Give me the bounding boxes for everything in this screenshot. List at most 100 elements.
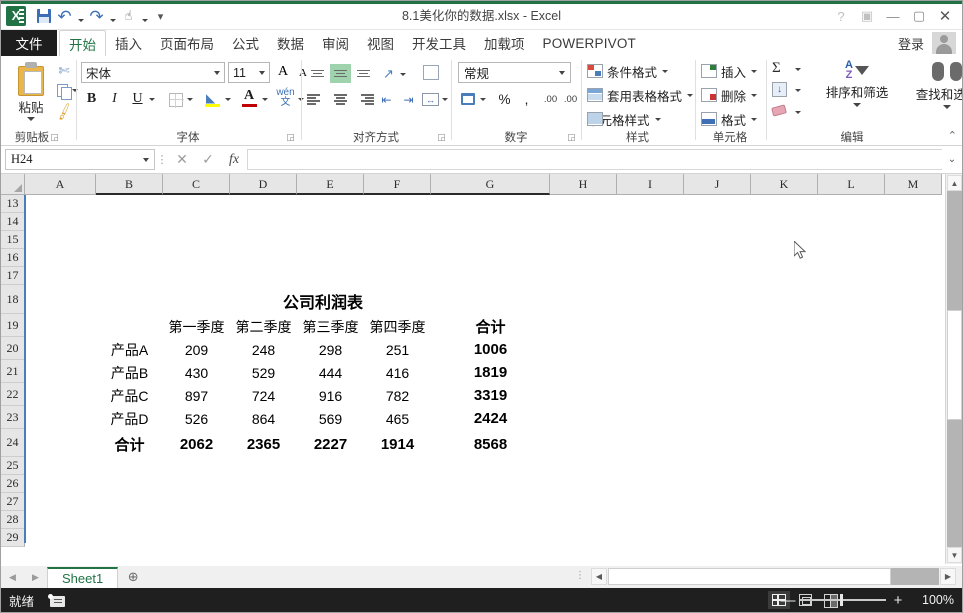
cell-header-F19[interactable]: 第四季度 [364, 315, 431, 338]
format-cells-button[interactable]: 格式 [701, 109, 757, 129]
row-header-20[interactable]: 20 [1, 337, 25, 360]
column-header-A[interactable]: A [25, 174, 96, 195]
scroll-down-button[interactable]: ▼ [947, 547, 962, 563]
hscroll-thumb[interactable] [608, 568, 891, 585]
chevron-down-icon[interactable] [655, 118, 661, 121]
italic-button[interactable]: I [104, 88, 125, 109]
column-header-K[interactable]: K [751, 174, 818, 195]
ribbon-tab-4[interactable]: 数据 [268, 30, 313, 56]
zoom-out-button[interactable]: — [780, 592, 796, 609]
sort-filter-dropdown-caret[interactable] [853, 103, 861, 107]
cancel-entry-button[interactable]: ✕ [169, 149, 195, 171]
cell-F20[interactable]: 251 [364, 338, 431, 361]
decrease-decimal-button[interactable]: .00 [560, 89, 581, 110]
chevron-down-icon[interactable] [143, 158, 149, 162]
column-header-E[interactable]: E [297, 174, 364, 195]
delete-cells-button[interactable]: 删除 [701, 85, 757, 105]
zoom-slider-thumb[interactable] [840, 594, 843, 606]
grid-cells[interactable]: 公司利润表第一季度第二季度第三季度第四季度合计产品A20924829825110… [26, 196, 943, 544]
scroll-left-button[interactable]: ◀ [591, 568, 607, 585]
autosum-dropdown-caret[interactable] [795, 68, 801, 71]
align-center-button[interactable] [330, 90, 351, 109]
ribbon-display-options-button[interactable]: ▣ [854, 5, 880, 27]
increase-font-size-button[interactable]: A [273, 62, 293, 82]
align-bottom-button[interactable] [353, 64, 374, 83]
cell-D22[interactable]: 724 [230, 384, 297, 407]
align-left-button[interactable] [307, 90, 328, 109]
cell-F22[interactable]: 782 [364, 384, 431, 407]
fill-color-button[interactable]: ◣ [202, 88, 223, 109]
clear-button[interactable] [772, 106, 786, 115]
align-top-button[interactable] [307, 64, 328, 83]
scroll-up-button[interactable]: ▲ [947, 175, 962, 191]
cell-D20[interactable]: 248 [230, 338, 297, 361]
cell-C24[interactable]: 2062 [163, 430, 230, 458]
chevron-down-icon[interactable] [687, 94, 693, 97]
cell-E20[interactable]: 298 [297, 338, 364, 361]
chevron-down-icon[interactable] [751, 94, 757, 97]
add-sheet-button[interactable]: ⊕ [118, 569, 148, 585]
ribbon-tab-0[interactable]: 开始 [59, 30, 106, 56]
row-header-22[interactable]: 22 [1, 383, 25, 406]
cell-header-C19[interactable]: 第一季度 [163, 315, 230, 338]
row-header-27[interactable]: 27 [1, 493, 25, 511]
horizontal-scrollbar[interactable]: ◀ ▶ [591, 568, 956, 585]
column-header-L[interactable]: L [818, 174, 885, 195]
cell-G23[interactable]: 2424 [431, 407, 550, 430]
row-header-17[interactable]: 17 [1, 267, 25, 285]
cell-E24[interactable]: 2227 [297, 430, 364, 458]
cell-F23[interactable]: 465 [364, 407, 431, 430]
borders-dropdown-caret[interactable] [187, 98, 193, 101]
comma-format-button[interactable]: , [516, 89, 537, 110]
vscroll-track-lower[interactable] [947, 420, 962, 547]
row-header-29[interactable]: 29 [1, 529, 25, 547]
vertical-scrollbar[interactable]: ▲ ▼ [945, 174, 962, 564]
fill-dropdown-caret[interactable] [795, 89, 801, 92]
alignment-dialog-launcher[interactable]: ◲ [436, 132, 447, 143]
cell-E22[interactable]: 916 [297, 384, 364, 407]
row-header-21[interactable]: 21 [1, 360, 25, 383]
cell-F21[interactable]: 416 [364, 361, 431, 384]
scroll-right-button[interactable]: ▶ [940, 568, 956, 585]
tab-file[interactable]: 文件 [1, 30, 57, 56]
cell-header-E19[interactable]: 第三季度 [297, 315, 364, 338]
cell-G21[interactable]: 1819 [431, 361, 550, 384]
ribbon-tab-8[interactable]: 加载项 [475, 30, 534, 56]
column-header-D[interactable]: D [230, 174, 297, 195]
cell-B21[interactable]: 产品B [96, 361, 163, 384]
phonetic-guide-button[interactable]: wén 文 [275, 87, 296, 108]
column-header-G[interactable]: G [431, 174, 550, 195]
accounting-dropdown-caret[interactable] [480, 98, 486, 101]
ribbon-tab-3[interactable]: 公式 [223, 30, 268, 56]
row-header-14[interactable]: 14 [1, 213, 25, 231]
column-header-C[interactable]: C [163, 174, 230, 195]
cell-E23[interactable]: 569 [297, 407, 364, 430]
format-as-table-button[interactable]: 套用表格格式 [587, 85, 693, 105]
cell-G20[interactable]: 1006 [431, 338, 550, 361]
ribbon-tab-6[interactable]: 视图 [358, 30, 403, 56]
increase-indent-button[interactable]: ⇥ [398, 89, 419, 110]
help-button[interactable]: ? [828, 5, 854, 27]
decrease-indent-button[interactable]: ⇤ [376, 89, 397, 110]
wrap-text-button[interactable] [420, 62, 441, 83]
ribbon-tab-5[interactable]: 审阅 [313, 30, 358, 56]
expand-formula-bar-button[interactable]: ⌄ [942, 149, 962, 171]
cell-B20[interactable]: 产品A [96, 338, 163, 361]
conditional-formatting-button[interactable]: 条件格式 [587, 61, 668, 81]
underline-dropdown-caret[interactable] [149, 98, 155, 101]
column-header-I[interactable]: I [617, 174, 684, 195]
name-box[interactable]: H24 [5, 149, 155, 170]
cell-styles-button[interactable]: 单元格样式 [587, 109, 661, 129]
cell-C20[interactable]: 209 [163, 338, 230, 361]
previous-sheet-button[interactable]: ◀ [9, 572, 16, 583]
orientation-dropdown-caret[interactable] [400, 73, 406, 76]
fill-button[interactable]: ↓ [772, 82, 787, 97]
number-format-select[interactable]: 常规 [458, 62, 571, 83]
close-button[interactable]: ✕ [932, 5, 958, 27]
cut-button[interactable]: ✄ [53, 61, 75, 80]
row-header-28[interactable]: 28 [1, 511, 25, 529]
cell-D23[interactable]: 864 [230, 407, 297, 430]
row-header-13[interactable]: 13 [1, 195, 25, 213]
row-header-26[interactable]: 26 [1, 475, 25, 493]
autosum-button[interactable]: Σ [772, 60, 781, 77]
